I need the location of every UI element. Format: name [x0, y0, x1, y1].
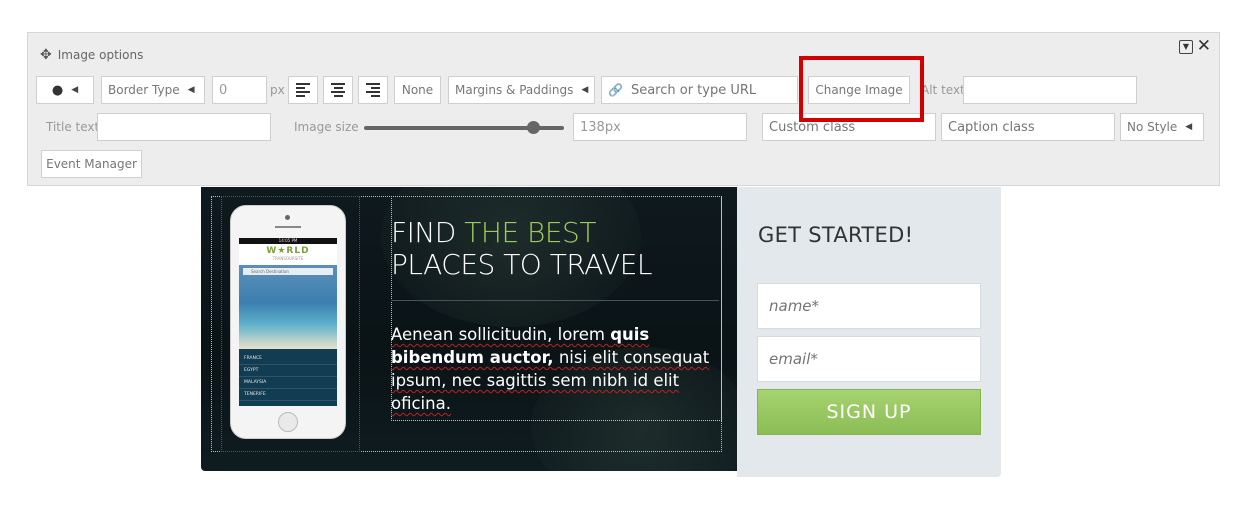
sign-up-button[interactable]: SIGN UP	[757, 389, 981, 435]
hero-headline-accent: THE BEST	[464, 216, 596, 249]
hero-divider	[391, 300, 719, 301]
url-search-input[interactable]	[630, 82, 791, 98]
border-type-select[interactable]: Border Type ◀	[101, 76, 205, 104]
panel-title[interactable]: ✥ Image options	[40, 47, 143, 63]
custom-class-input[interactable]	[762, 113, 936, 141]
phone-home-button	[278, 412, 298, 432]
alt-text-field[interactable]	[970, 82, 1130, 98]
phone-app-logo-sub: TRANSOURSITE	[272, 256, 304, 261]
margins-paddings-label: Margins & Paddings	[455, 83, 574, 97]
phone-list-item: TENERIFE	[239, 389, 337, 401]
collapse-icon[interactable]: ▼	[1179, 40, 1193, 54]
phone-beach-photo: Search Destination	[239, 265, 337, 349]
move-icon[interactable]: ✥	[40, 47, 52, 63]
phone-screen: 14:05 PM W★RLD TRANSOURSITE Search Desti…	[239, 238, 337, 406]
alt-text-label: Alt text	[921, 83, 965, 97]
hero-description: Aenean sollicitudin, lorem quis bibendum…	[391, 323, 721, 415]
signup-form: GET STARTED! SIGN UP	[737, 187, 1001, 477]
caret-left-icon: ◀	[1185, 122, 1193, 132]
hero-headline-part-1: FIND	[391, 216, 465, 249]
align-none-button[interactable]: None	[394, 76, 441, 104]
hero-preview: 14:05 PM W★RLD TRANSOURSITE Search Desti…	[201, 187, 737, 471]
phone-status-bar: 14:05 PM	[239, 238, 337, 244]
title-text-label: Title text	[46, 120, 100, 134]
align-left-button[interactable]	[288, 76, 318, 104]
event-manager-button[interactable]: Event Manager	[41, 150, 142, 178]
phone-app-logo: W★RLD	[266, 246, 310, 256]
image-size-input[interactable]	[573, 113, 747, 141]
link-icon: 🔗	[608, 83, 623, 97]
url-search-box[interactable]: 🔗	[601, 76, 798, 104]
align-center-icon	[331, 83, 345, 97]
border-width-field[interactable]	[219, 82, 260, 98]
align-center-button[interactable]	[323, 76, 353, 104]
margins-paddings-select[interactable]: Margins & Paddings ◀	[448, 76, 595, 104]
email-field[interactable]	[757, 336, 981, 382]
align-right-button[interactable]	[358, 76, 388, 104]
align-left-icon	[296, 83, 310, 97]
image-size-slider[interactable]	[364, 121, 564, 134]
phone-list-item: MALAYSIA	[239, 377, 337, 389]
alt-text-input[interactable]	[963, 76, 1137, 104]
caret-left-icon: ◀	[187, 85, 195, 95]
phone-mockup-image[interactable]: 14:05 PM W★RLD TRANSOURSITE Search Desti…	[230, 205, 346, 439]
change-image-button[interactable]: Change Image	[808, 76, 910, 104]
phone-list-item: FRANCE	[239, 353, 337, 365]
image-size-slider-handle[interactable]	[526, 121, 540, 134]
image-options-panel: ✥ Image options ▼ ✕ ●◀ Border Type◀ px N…	[27, 32, 1220, 186]
image-size-field[interactable]	[580, 119, 740, 135]
color-palette-button[interactable]: ● ◀	[36, 76, 94, 104]
image-size-label: Image size	[294, 120, 359, 134]
caret-left-icon: ◀	[581, 85, 589, 95]
border-unit-label: px	[270, 83, 285, 97]
hero-description-part-1: Aenean sollicitudin, lorem	[391, 325, 611, 344]
panel-title-label: Image options	[57, 48, 144, 62]
phone-search-box: Search Destination	[243, 268, 333, 275]
border-type-label: Border Type	[108, 83, 180, 97]
caption-class-input[interactable]	[941, 113, 1115, 141]
align-right-icon	[366, 83, 380, 97]
phone-list-item: EGYPT	[239, 365, 337, 377]
signup-title: GET STARTED!	[758, 223, 914, 247]
custom-class-field[interactable]	[769, 119, 929, 135]
name-field[interactable]	[757, 283, 981, 329]
style-select-label: No Style	[1127, 120, 1178, 134]
phone-destination-list: FRANCE EGYPT MALAYSIA TENERIFE	[239, 349, 337, 406]
close-icon[interactable]: ✕	[1197, 36, 1211, 56]
name-input[interactable]	[769, 284, 980, 328]
title-text-input[interactable]	[97, 113, 271, 141]
hero-headline-part-2: PLACES TO TRAVEL	[391, 248, 652, 281]
hero-headline: FIND THE BEST PLACES TO TRAVEL	[391, 217, 652, 281]
palette-icon: ●	[51, 82, 64, 98]
caption-class-field[interactable]	[948, 119, 1108, 135]
phone-speaker	[275, 226, 301, 228]
border-width-input[interactable]	[212, 76, 267, 104]
email-input[interactable]	[769, 337, 980, 381]
phone-camera	[285, 215, 290, 220]
title-text-field[interactable]	[104, 119, 264, 135]
caret-left-icon: ◀	[71, 85, 79, 95]
style-select[interactable]: No Style ◀	[1120, 113, 1204, 141]
